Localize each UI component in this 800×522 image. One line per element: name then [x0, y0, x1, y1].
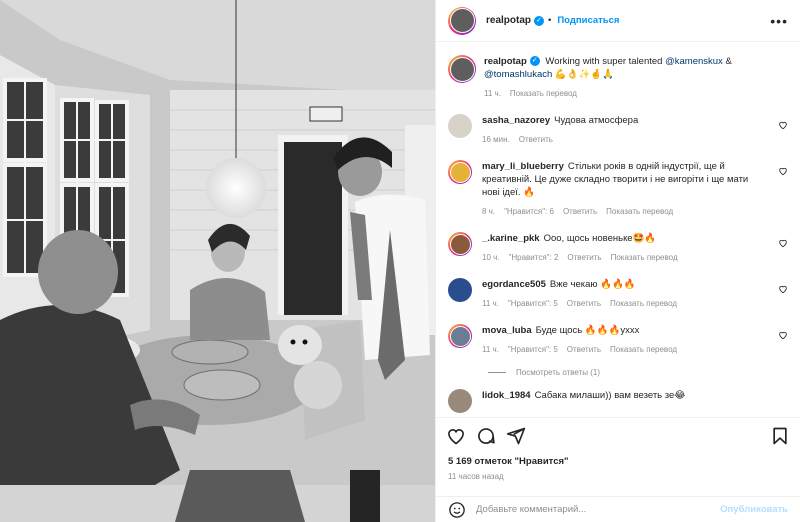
comment-username[interactable]: mova_luba	[482, 325, 532, 336]
comment-item: egordance505 Вже чекаю 🔥🔥🔥 11 ч. "Нравитс…	[448, 278, 788, 310]
commenter-avatar[interactable]	[448, 160, 472, 184]
post-actions	[436, 417, 800, 453]
comment-time: 8 ч.	[482, 207, 496, 216]
comment-likes[interactable]: "Нравится": 2	[509, 251, 559, 264]
comment-time: 10 ч.	[482, 253, 500, 262]
heart-icon[interactable]	[446, 426, 466, 446]
comment-text: Чудова атмосфера	[554, 115, 639, 126]
reply-button[interactable]: Ответить	[563, 205, 597, 218]
reply-button[interactable]: Ответить	[567, 297, 601, 310]
reply-button[interactable]: Ответить	[519, 133, 553, 146]
view-replies-button[interactable]: Посмотреть ответы (1)	[488, 368, 788, 377]
author-username[interactable]: realpotap	[486, 15, 531, 26]
header-separator: •	[548, 15, 552, 26]
caption-amp: &	[725, 56, 732, 67]
post-timestamp: 11 часов назад	[448, 472, 504, 481]
post-photo-image	[0, 0, 435, 522]
verified-badge-icon: ✓	[529, 56, 540, 67]
comment-likes[interactable]: "Нравится": 5	[508, 343, 558, 356]
commenter-avatar[interactable]	[448, 389, 472, 413]
translate-button[interactable]: Показать перевод	[606, 205, 673, 218]
comment-text: Ооо, щось новенькe🤩🔥	[543, 233, 657, 244]
follow-button[interactable]: Подписаться	[557, 15, 619, 26]
heart-icon[interactable]	[778, 238, 788, 248]
comment-item: mova_luba Буде щось 🔥🔥🔥ухxx 11 ч. "Нравит…	[448, 324, 788, 356]
emoji-icon[interactable]	[448, 501, 466, 519]
share-icon[interactable]	[506, 426, 526, 446]
bookmark-icon[interactable]	[770, 426, 790, 446]
comment-icon[interactable]	[476, 426, 496, 446]
mention-link[interactable]: @kamenskux	[665, 56, 723, 67]
translate-button[interactable]: Показать перевод	[610, 297, 677, 310]
heart-icon[interactable]	[778, 330, 788, 340]
add-comment-bar: Опубликовать	[436, 496, 800, 522]
post-caption: realpotap ✓ Working with super talented @…	[448, 55, 788, 100]
post-side-panel: realpotap ✓ • Подписаться ••• realpotap ✓…	[435, 0, 800, 522]
commenter-avatar[interactable]	[448, 114, 472, 138]
comment-likes[interactable]: "Нравится": 5	[508, 297, 558, 310]
translate-button[interactable]: Показать перевод	[610, 343, 677, 356]
instagram-post: realpotap ✓ • Подписаться ••• realpotap ✓…	[0, 0, 800, 522]
caption-text: Working with super talented	[545, 56, 663, 67]
comment-input[interactable]	[476, 504, 721, 515]
comment-username[interactable]: _.karine_pkk	[482, 233, 540, 244]
post-header: realpotap ✓ • Подписаться •••	[436, 0, 800, 42]
comment-item: _.karine_pkk Ооо, щось новенькe🤩🔥 10 ч. "…	[448, 232, 788, 264]
heart-icon[interactable]	[778, 166, 788, 176]
comment-item: lidok_1984 Сабака милаши)) вам везеть зе😂	[448, 389, 788, 413]
view-replies-label: Посмотреть ответы (1)	[516, 368, 601, 377]
mention-link[interactable]: @tomashlukach	[484, 69, 552, 80]
comment-time: 16 мин.	[482, 135, 510, 144]
translate-button[interactable]: Показать перевод	[510, 87, 577, 100]
comment-username[interactable]: lidok_1984	[482, 390, 531, 401]
comment-time: 11 ч.	[482, 345, 499, 354]
post-photo[interactable]	[0, 0, 435, 522]
likes-count[interactable]: 5 169 отметок "Нравится"	[448, 456, 569, 467]
heart-icon[interactable]	[778, 284, 788, 294]
comment-item: mary_li_blueberry Стільки років в одній і…	[448, 160, 788, 218]
author-avatar[interactable]	[448, 6, 476, 35]
comment-username[interactable]: egordance505	[482, 279, 546, 290]
comment-username[interactable]: sasha_nazorey	[482, 115, 550, 126]
comment-item: sasha_nazorey Чудова атмосфера 16 мин. От…	[448, 114, 788, 146]
caption-avatar[interactable]	[448, 55, 476, 83]
caption-emojis: 💪👌✨🤞🙏	[554, 69, 615, 80]
comment-time: 11 ч.	[482, 299, 499, 308]
comment-username[interactable]: mary_li_blueberry	[482, 161, 564, 172]
comment-text: Вже чекаю 🔥🔥🔥	[549, 279, 636, 290]
verified-badge-icon: ✓	[534, 15, 545, 26]
caption-username[interactable]: realpotap	[484, 56, 527, 67]
comment-likes[interactable]: "Нравится": 6	[504, 205, 554, 218]
comments-list[interactable]: realpotap ✓ Working with super talented @…	[436, 43, 800, 416]
commenter-avatar[interactable]	[448, 278, 472, 302]
commenter-avatar[interactable]	[448, 232, 472, 256]
reply-button[interactable]: Ответить	[567, 251, 601, 264]
replies-divider	[488, 372, 506, 373]
more-options-icon[interactable]: •••	[770, 13, 788, 29]
reply-button[interactable]: Ответить	[567, 343, 601, 356]
publish-button[interactable]: Опубликовать	[720, 504, 788, 515]
caption-time: 11 ч.	[484, 89, 501, 98]
translate-button[interactable]: Показать перевод	[611, 251, 678, 264]
comment-text: Буде щось 🔥🔥🔥ухxx	[535, 325, 640, 336]
heart-icon[interactable]	[778, 120, 788, 130]
comment-text: Сабака милаши)) вам везеть зе😂	[534, 390, 686, 401]
commenter-avatar[interactable]	[448, 324, 472, 348]
